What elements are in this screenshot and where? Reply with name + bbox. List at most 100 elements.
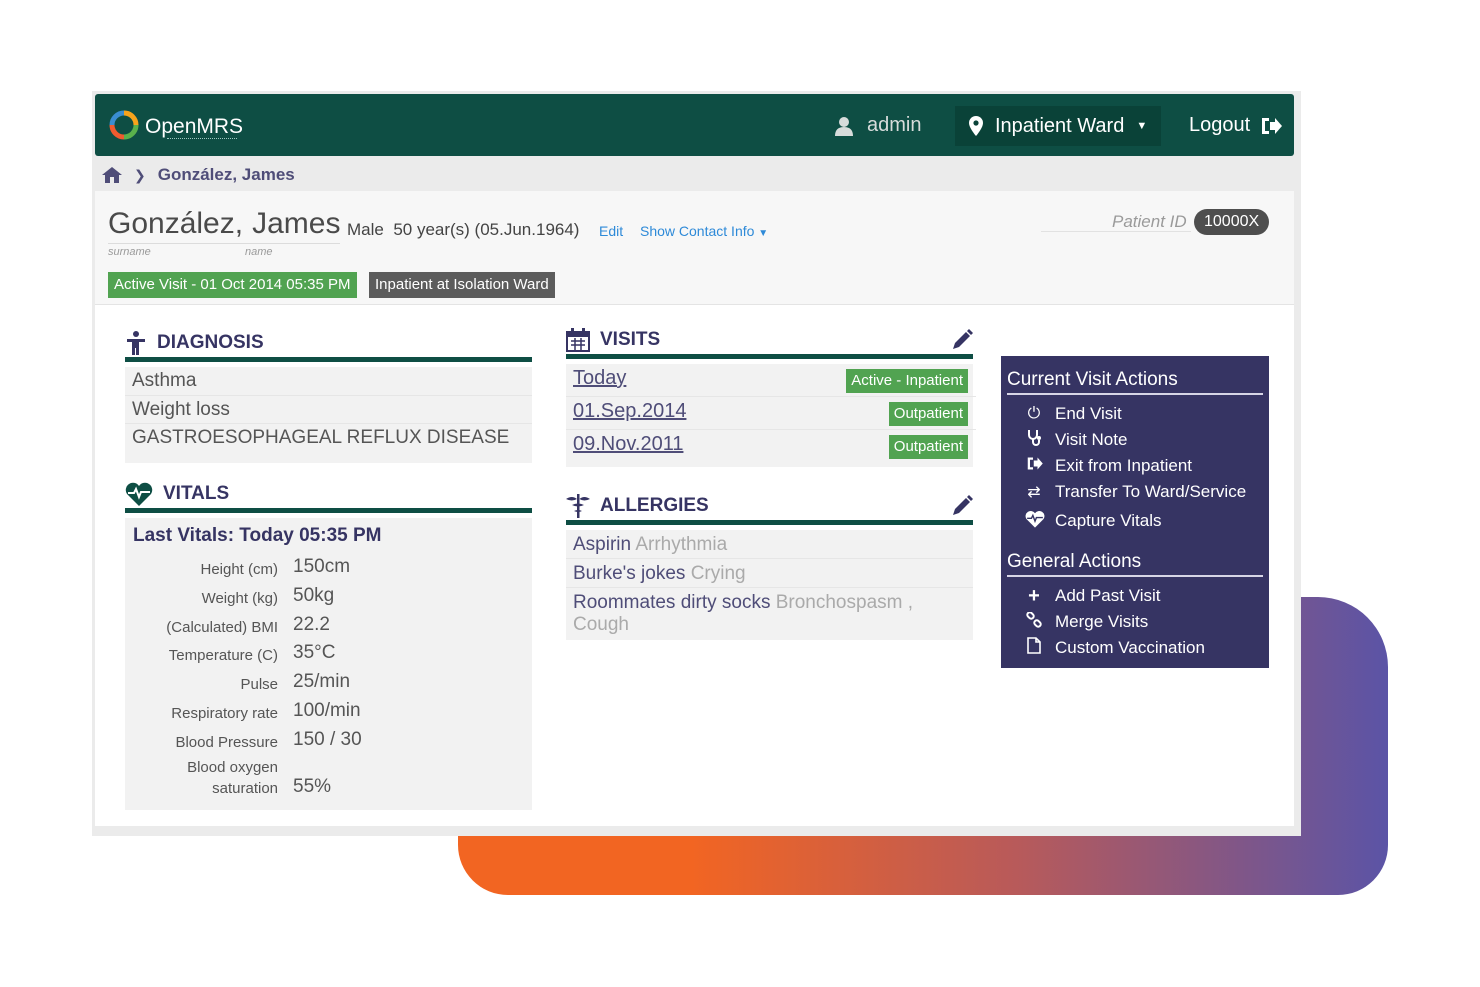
breadcrumb: ❯ González, James [102, 163, 295, 187]
location-name: Inpatient Ward [995, 114, 1125, 137]
vitals-title: VITALS [163, 482, 230, 504]
diagnosis-item: Asthma [125, 367, 532, 396]
top-navbar: OpenMRS admin Inpatient Ward ▼ Logout [95, 94, 1294, 156]
vital-label: Weight (kg) [201, 590, 278, 607]
user-name: admin [867, 114, 922, 136]
allergies-list: Aspirin Arrhythmia Burke's jokes Crying … [566, 530, 973, 640]
sign-out-icon [1262, 117, 1283, 134]
chevron-right-icon: ❯ [134, 166, 146, 183]
allergy-item: Aspirin Arrhythmia [566, 530, 973, 559]
patient-id-badge: 10000X [1194, 209, 1270, 235]
vital-label: (Calculated) BMI [166, 619, 278, 636]
logout-link[interactable]: Logout [1189, 114, 1283, 137]
visits-section-title: VISITS [566, 325, 973, 359]
visits-title: VISITS [600, 328, 661, 350]
diagnosis-icon [127, 330, 145, 355]
breadcrumb-patient[interactable]: González, James [158, 165, 295, 185]
allergies-section-title: ALLERGIES [566, 491, 973, 525]
vital-row: Blood oxygen saturation 55% [125, 758, 525, 804]
action-label: Merge Visits [1055, 612, 1149, 631]
allergen-name: Roommates dirty socks [573, 592, 771, 613]
vital-row: (Calculated) BMI 22.2 [125, 614, 525, 640]
patient-dashboard: González, James surname name Male 50 year… [95, 191, 1294, 826]
visit-actions-panel: Current Visit Actions ⏻ End Visit Visit … [1001, 356, 1269, 668]
edit-link[interactable]: Edit [599, 223, 623, 239]
end-visit-action[interactable]: ⏻ End Visit [1007, 401, 1263, 427]
patient-age: 50 year(s) (05.Jun.1964) [393, 220, 580, 239]
openmrs-logo-icon[interactable] [109, 110, 139, 140]
show-contact-info-link[interactable]: Show Contact Info ▼ [640, 223, 768, 239]
action-label: Exit from Inpatient [1055, 456, 1193, 475]
patient-id-label: Patient ID [1112, 212, 1187, 231]
stethoscope-icon [1025, 429, 1043, 452]
power-icon: ⏻ [1027, 405, 1041, 422]
surname-caption: surname [108, 246, 151, 258]
patient-header: González, James surname name Male 50 year… [95, 191, 1294, 305]
vitals-panel: Last Vitals: Today 05:35 PM Height (cm) … [125, 518, 532, 810]
current-visit-actions-heading: Current Visit Actions [1007, 369, 1263, 395]
add-past-visit-action[interactable]: + Add Past Visit [1007, 583, 1263, 609]
capture-vitals-action[interactable]: Capture Vitals [1007, 508, 1263, 534]
link-icon [1025, 610, 1043, 633]
name-caption: name [245, 246, 273, 258]
pencil-icon[interactable] [951, 494, 973, 517]
vital-label: Pulse [240, 676, 278, 693]
brand-name[interactable]: OpenMRS [145, 115, 243, 139]
vital-label: Height (cm) [200, 561, 278, 578]
vital-row: Respiratory rate 100/min [125, 700, 525, 726]
allergy-item: Burke's jokes Crying [566, 559, 973, 588]
active-visit-badge[interactable]: Active Visit - 01 Oct 2014 05:35 PM [108, 272, 357, 298]
vital-value: 22.2 [293, 614, 330, 635]
allergen-name: Burke's jokes [573, 563, 686, 584]
vital-label: Respiratory rate [171, 705, 278, 722]
transfer-to-ward-action[interactable]: ⇄ Transfer To Ward/Service [1007, 479, 1263, 505]
diagnosis-list: Asthma Weight loss GASTROESOPHAGEAL REFL… [125, 367, 532, 463]
visit-date-link[interactable]: 09.Nov.2011 [573, 433, 683, 456]
user-menu[interactable]: admin [835, 114, 921, 137]
action-label: Visit Note [1055, 430, 1128, 449]
allergy-reaction: Crying [690, 563, 746, 584]
allergy-reaction: Bronchospasm , [775, 592, 914, 613]
patient-given-name: James [252, 207, 341, 240]
logout-label: Logout [1189, 114, 1251, 136]
show-contact-info-label: Show Contact Info [640, 223, 755, 239]
caret-down-icon: ▼ [758, 228, 769, 239]
caduceus-icon [566, 493, 590, 518]
brand-tagline [167, 138, 237, 141]
vital-label: Temperature (C) [168, 647, 278, 664]
allergy-reaction: Arrhythmia [635, 534, 728, 555]
heart-icon [1025, 510, 1045, 533]
allergy-reaction: Cough [573, 614, 629, 635]
merge-visits-action[interactable]: Merge Visits [1007, 609, 1263, 635]
location-dropdown[interactable]: Inpatient Ward ▼ [955, 106, 1162, 146]
action-label: End Visit [1055, 404, 1122, 423]
visit-type-badge: Outpatient [888, 435, 968, 459]
heartbeat-icon [125, 482, 153, 506]
visit-date-link[interactable]: Today [573, 367, 626, 390]
vital-row: Blood Pressure 150 / 30 [125, 729, 525, 755]
allergy-item: Roommates dirty socks Bronchospasm , Cou… [566, 588, 973, 638]
plus-icon: + [1028, 584, 1040, 607]
visit-row[interactable]: Today Active - Inpatient [566, 364, 976, 397]
visit-row[interactable]: 09.Nov.2011 Outpatient [566, 430, 976, 463]
vital-row: Weight (kg) 50kg [125, 585, 525, 611]
custom-vaccination-action[interactable]: Custom Vaccination [1007, 635, 1263, 661]
user-icon [835, 116, 853, 136]
pencil-icon[interactable] [951, 328, 973, 351]
vital-label: Blood Pressure [175, 734, 278, 751]
visit-row[interactable]: 01.Sep.2014 Outpatient [566, 397, 976, 430]
visit-date-link[interactable]: 01.Sep.2014 [573, 400, 686, 423]
patient-gender: Male [347, 220, 384, 239]
vital-row: Height (cm) 150cm [125, 556, 525, 582]
vital-value: 55% [293, 776, 332, 797]
sign-out-icon [1025, 456, 1043, 476]
general-actions-heading: General Actions [1007, 551, 1263, 577]
patient-demographics: Male 50 year(s) (05.Jun.1964) [347, 220, 579, 240]
exit-from-inpatient-action[interactable]: Exit from Inpatient [1007, 453, 1263, 479]
diagnosis-item: GASTROESOPHAGEAL REFLUX DISEASE [132, 427, 510, 448]
caret-down-icon: ▼ [1136, 120, 1148, 132]
home-icon[interactable] [102, 167, 122, 183]
visit-note-action[interactable]: Visit Note [1007, 427, 1263, 453]
map-marker-icon [969, 116, 983, 136]
file-icon [1025, 637, 1043, 659]
